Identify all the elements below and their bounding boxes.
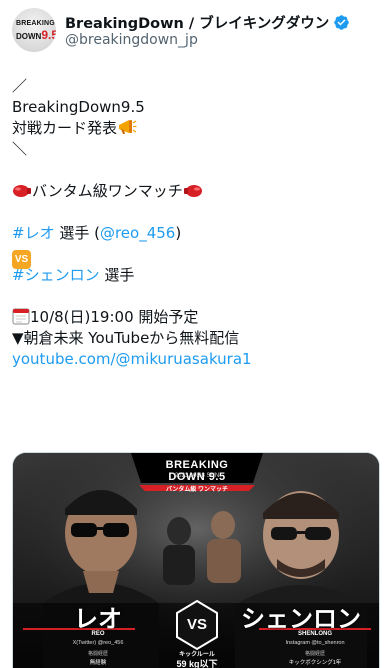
calendar-icon bbox=[12, 308, 30, 325]
tweet-line-vs: VS bbox=[12, 244, 382, 269]
fighter2-name: シェンロン bbox=[241, 606, 361, 633]
fighter1-roman: REO bbox=[91, 631, 105, 637]
boxing-glove-icon bbox=[183, 185, 202, 197]
youtube-link[interactable]: youtube.com/@mikuruasakura1 bbox=[12, 349, 382, 370]
hashtag-link[interactable]: #レオ bbox=[12, 224, 55, 242]
poster-date: 2023.10.08 SUN bbox=[174, 473, 220, 479]
fighter1-suffix-post: ) bbox=[175, 224, 182, 242]
fighter1-suffix-pre: 選手 ( bbox=[54, 224, 100, 242]
fighter1-name: レオ bbox=[74, 606, 122, 633]
avatar[interactable]: BREAKING DOWN9.5 bbox=[12, 8, 56, 52]
tweet-header: BREAKING DOWN9.5 BreakingDown / ブレイキングダウ… bbox=[12, 8, 380, 58]
tweet-line-fighter1: #レオ 選手 (@reo_456) bbox=[12, 223, 382, 244]
mention-link[interactable]: @reo_456 bbox=[100, 224, 175, 242]
schedule-text: 10/8(日)19:00 開始予定 bbox=[30, 308, 199, 326]
fighter1-note-label: 格闘経歴 bbox=[87, 651, 108, 657]
account-handle[interactable]: @breakingdown_jp bbox=[65, 32, 198, 48]
boxing-glove-icon bbox=[13, 185, 31, 197]
fighter1-sns: X(Twitter) @reo_456 bbox=[72, 640, 124, 646]
avatar-logo-bottom: DOWN9.5 bbox=[16, 28, 56, 42]
announce-text: 対戦カード発表 bbox=[12, 119, 118, 137]
name-row: BreakingDown / ブレイキングダウン bbox=[65, 12, 350, 33]
avatar-logo-top: BREAKING bbox=[16, 20, 55, 27]
poster-subtitle: バンタム級 ワンマッチ bbox=[166, 487, 228, 493]
display-name[interactable]: BreakingDown / ブレイキングダウン bbox=[65, 12, 329, 33]
weight-limit: 59 kg以下 bbox=[176, 659, 218, 668]
tweet-line-stream: ▼朝倉未来 YouTubeから無料配信 bbox=[12, 329, 240, 347]
tweet-line-close-bracket: ＼ bbox=[12, 140, 28, 158]
vs-badge-text: VS bbox=[14, 254, 29, 265]
tweet-line-event: BreakingDown9.5 bbox=[12, 98, 145, 116]
fighter2-sns: Instagram @to_shenron bbox=[285, 640, 345, 646]
verified-badge-icon bbox=[334, 15, 350, 30]
tweet-line-weight-class: バンタム級ワンマッチ bbox=[12, 181, 382, 202]
tweet-line-fighter2: #シェンロン 選手 bbox=[12, 265, 382, 286]
tweet-line-schedule: 10/8(日)19:00 開始予定 bbox=[12, 307, 382, 328]
avatar-logo-word: DOWN bbox=[16, 32, 42, 41]
tweet-line-open-bracket: ／ bbox=[12, 77, 28, 95]
avatar-logo-number: 9.5 bbox=[41, 28, 56, 42]
tweet-line-announce: 対戦カード発表 bbox=[12, 118, 382, 139]
poster-logo: BREAKING DOWN 9.5 bbox=[165, 459, 229, 483]
hashtag-link[interactable]: #シェンロン bbox=[12, 266, 100, 284]
fighter2-note-label: 格闘経歴 bbox=[304, 651, 325, 657]
tweet-media-image[interactable]: BREAKING DOWN 9.5 2023.10.08 SUN バンタム級 ワ… bbox=[12, 452, 380, 668]
fighter1-note-value: 無経験 bbox=[89, 660, 107, 666]
megaphone-icon bbox=[119, 120, 137, 134]
tweet-text: ／ BreakingDown9.5 対戦カード発表 ＼ バンタム級ワンマッチ #… bbox=[12, 76, 382, 370]
vs-text: VS bbox=[186, 616, 207, 633]
fighter2-roman: SHENLONG bbox=[297, 631, 332, 637]
weight-class-text: バンタム級ワンマッチ bbox=[32, 182, 183, 200]
fighter2-note-value: キックボクシング1年 bbox=[288, 660, 342, 666]
fighter2-suffix: 選手 bbox=[99, 266, 135, 284]
